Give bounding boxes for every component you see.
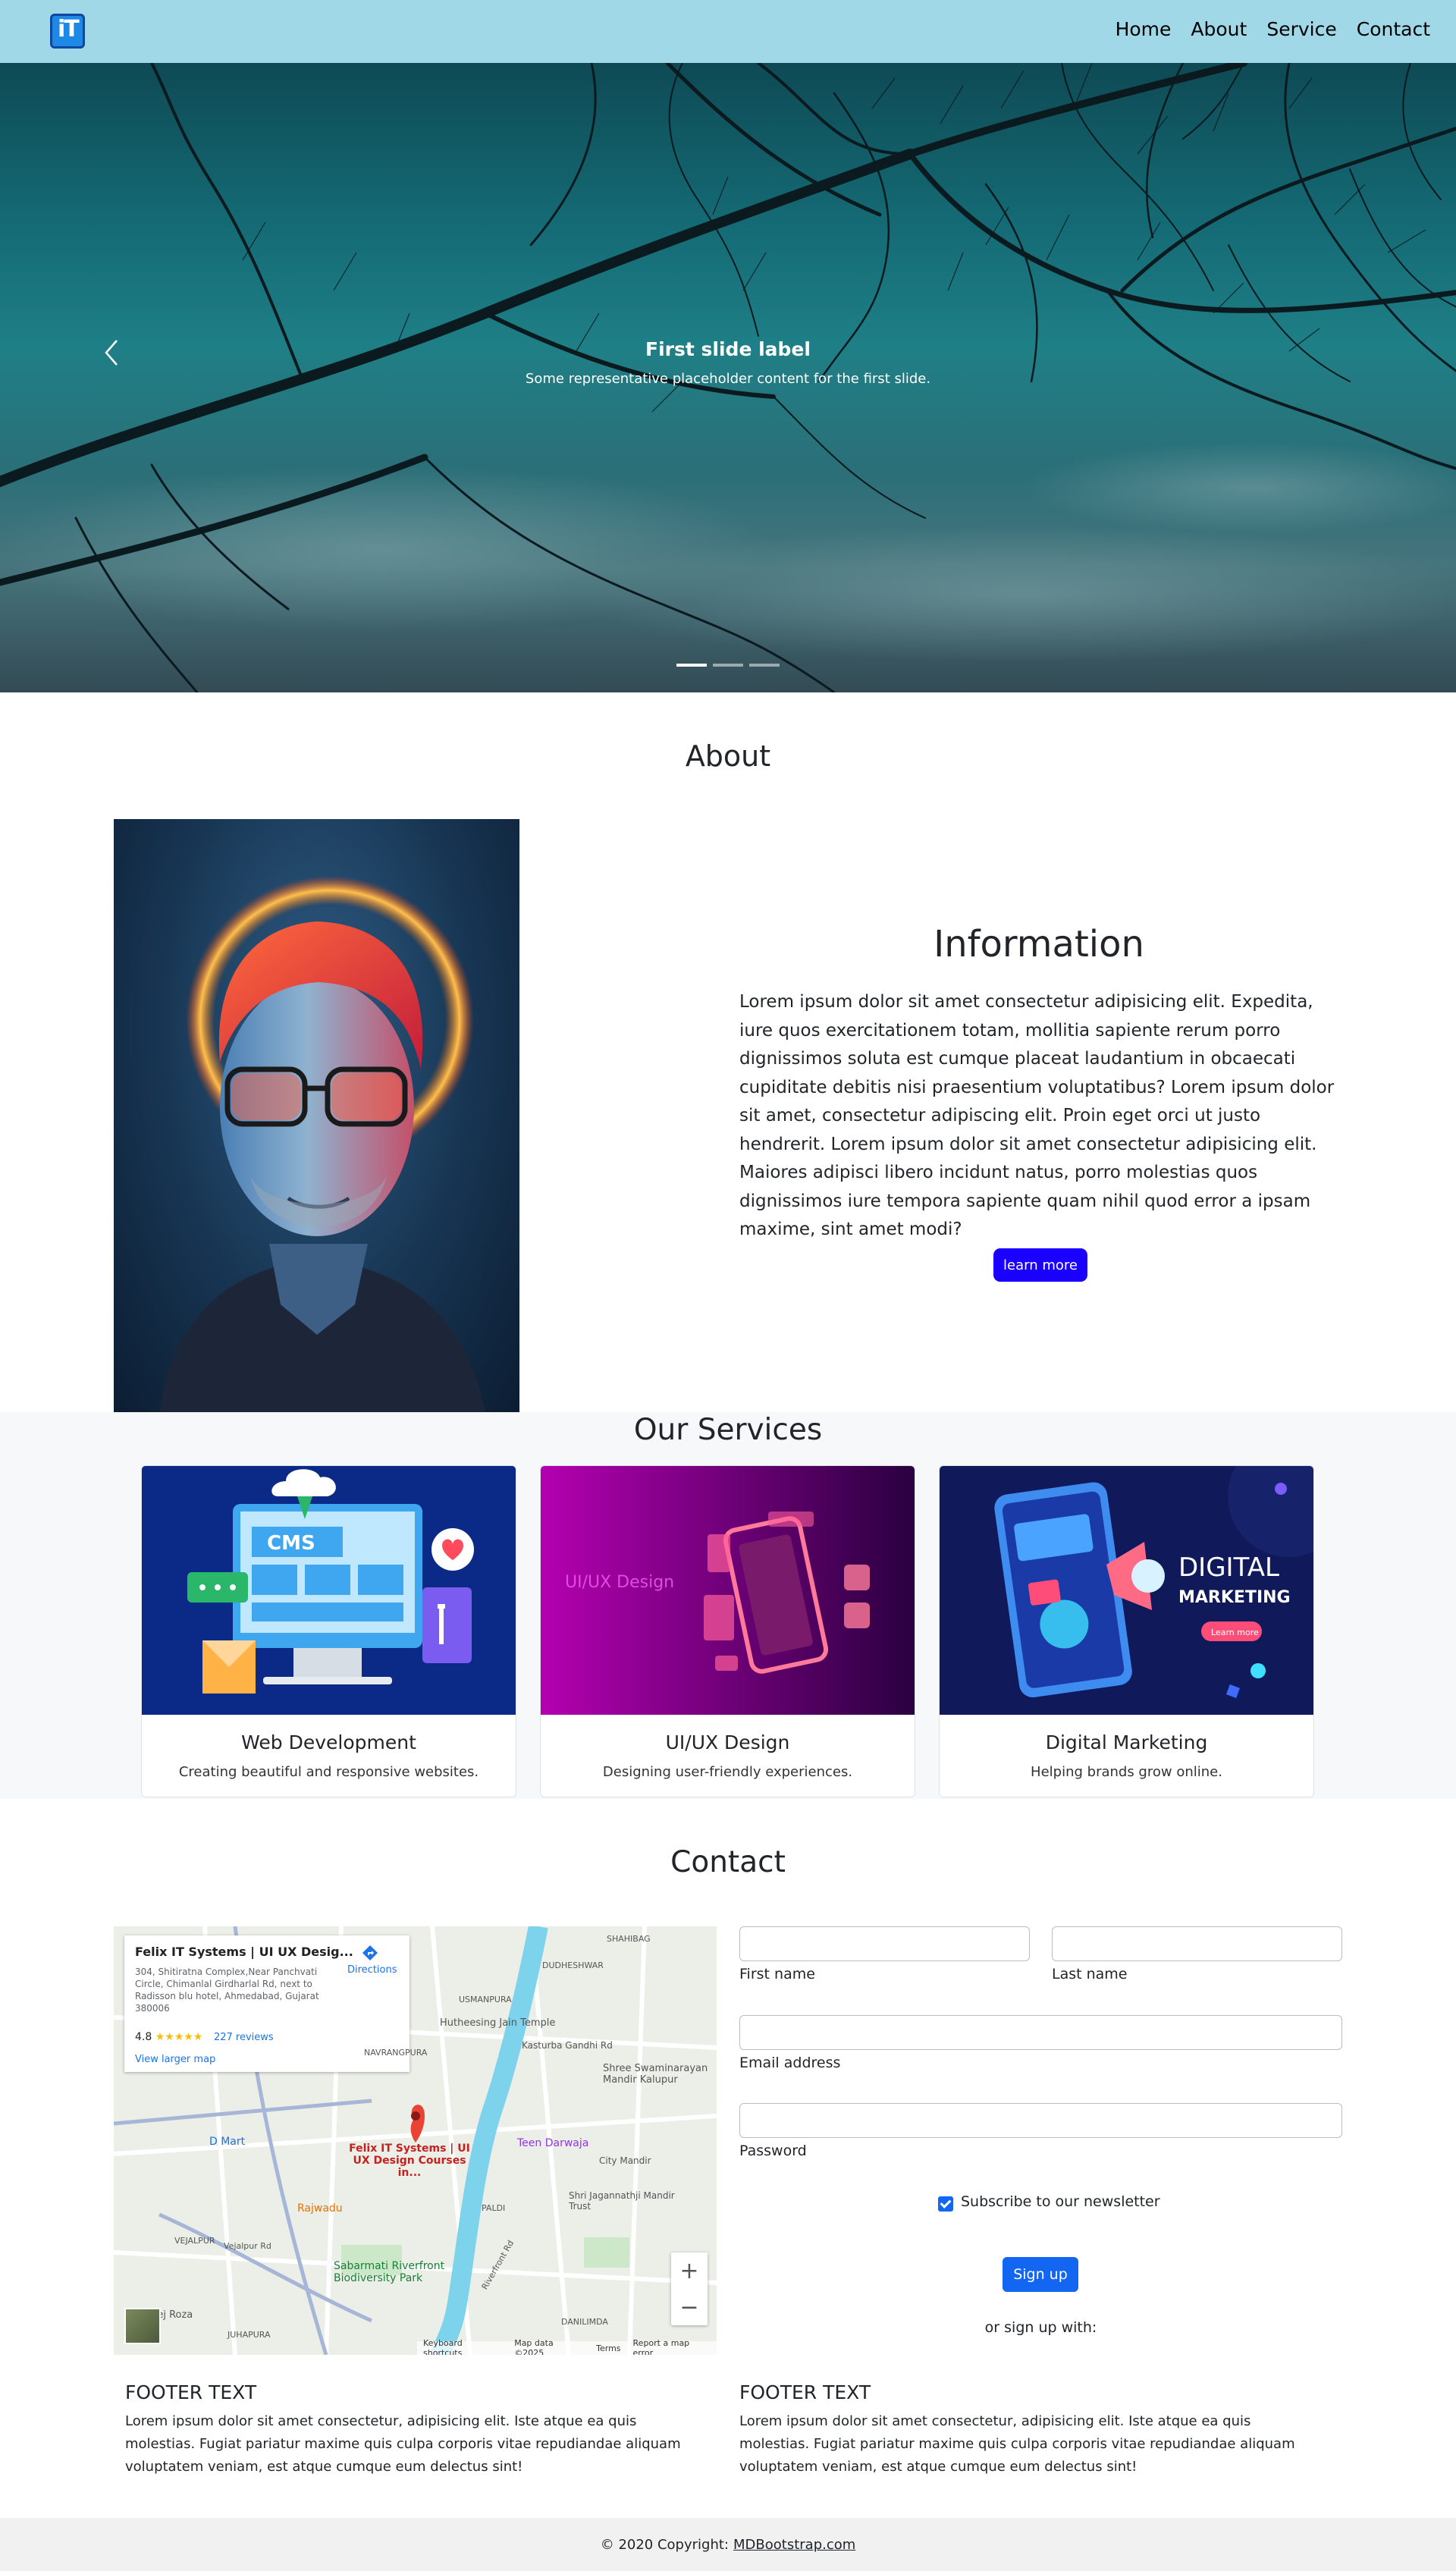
- footer-right-text: Lorem ipsum dolor sit amet consectetur, …: [739, 2413, 1295, 2475]
- map-label: USMANPURA: [459, 1995, 512, 2004]
- nav-link-contact[interactable]: Contact: [1357, 18, 1430, 40]
- alt-signup-text: or sign up with:: [984, 2319, 1097, 2336]
- map-zoom-out-button[interactable]: −: [671, 2289, 708, 2325]
- carousel-indicator[interactable]: [676, 664, 707, 667]
- view-larger-map-link[interactable]: View larger map: [135, 2054, 215, 2065]
- service-card-title: Digital Marketing: [1045, 1731, 1208, 1753]
- map-label: Vejalpur Rd: [224, 2241, 271, 2251]
- map-label: VEJALPUR: [174, 2236, 215, 2246]
- carousel-caption-title: First slide label: [645, 338, 811, 360]
- map-place-address: 304, Shitiratna Complex,Near Panchvati C…: [135, 1967, 319, 2014]
- nav-link-about[interactable]: About: [1191, 18, 1247, 40]
- service-card-description: Designing user-friendly experiences.: [602, 1764, 853, 1780]
- hero-carousel: First slide label Some representative pl…: [0, 63, 1456, 692]
- email-label: Email address: [739, 2055, 841, 2071]
- map-terms-link[interactable]: Terms: [596, 2343, 620, 2353]
- map-rating-value: 4.8: [135, 2031, 152, 2043]
- carousel-indicator[interactable]: [749, 664, 780, 667]
- map-pin-label: Felix IT Systems | UI UX Design Courses …: [349, 2142, 470, 2179]
- marketing-image-text: MARKETING: [1178, 1588, 1291, 1607]
- web-development-image: CMS: [142, 1466, 516, 1715]
- carousel-caption: First slide label Some representative pl…: [0, 338, 1456, 387]
- map-keyboard-shortcuts-link[interactable]: Keyboard shortcuts: [423, 2338, 502, 2355]
- map-label: D Mart: [209, 2136, 246, 2148]
- digital-marketing-image: DIGITAL MARKETING Learn more: [940, 1466, 1313, 1715]
- image-learn-more-text: Learn more: [1211, 1628, 1259, 1637]
- service-card-web-development[interactable]: CMS Web Development Creating beautiful a…: [141, 1465, 516, 1797]
- map-label: SHAHIBAG: [607, 1934, 651, 1944]
- about-portrait-image: [114, 819, 519, 1412]
- carousel-caption-text: Some representative placeholder content …: [525, 371, 931, 387]
- copyright-bar: © 2020 Copyright: MDBootstrap.com: [0, 2518, 1456, 2571]
- first-name-input[interactable]: [739, 1926, 1030, 1961]
- services-section-title: Our Services: [633, 1413, 823, 1447]
- map-label: NAVRANGPURA: [364, 2048, 428, 2058]
- cms-image-text: CMS: [267, 1532, 315, 1555]
- service-card-digital-marketing[interactable]: DIGITAL MARKETING Learn more Digital Mar…: [939, 1465, 1314, 1797]
- map-label: Kasturba Gandhi Rd: [522, 2040, 613, 2051]
- service-card-uiux-design[interactable]: UI/UX Design UI/UX Design Designing user…: [540, 1465, 915, 1797]
- nav-links: Home About Service Contact: [1116, 18, 1430, 40]
- carousel-indicator[interactable]: [713, 664, 743, 667]
- service-card-title: Web Development: [241, 1731, 416, 1753]
- footer-left-title: FOOTER TEXT: [125, 2381, 257, 2403]
- map-label: DUDHESHWAR: [542, 1960, 604, 1970]
- directions-icon: [362, 1945, 378, 1960]
- map-label: City Mandir: [599, 2155, 651, 2166]
- footer-right-title: FOOTER TEXT: [739, 2381, 871, 2403]
- newsletter-checkbox[interactable]: [938, 2196, 953, 2212]
- carousel-indicators: [0, 664, 1456, 667]
- uiux-design-image: UI/UX Design: [541, 1466, 915, 1715]
- navbar: iT Home About Service Contact: [0, 0, 1456, 63]
- map-label: Hutheesing Jain Temple: [440, 2017, 556, 2029]
- uiux-image-text: UI/UX Design: [565, 1573, 674, 1592]
- email-input[interactable]: [739, 2015, 1342, 2050]
- map-attribution-bar: Keyboard shortcuts Map data ©2025 Terms …: [417, 2338, 717, 2355]
- map-label: Rajwadu: [297, 2202, 343, 2215]
- nav-link-service[interactable]: Service: [1266, 18, 1336, 40]
- map-rating: 4.8 ★★★★★ 227 reviews: [135, 2031, 274, 2043]
- last-name-label: Last name: [1052, 1966, 1128, 1982]
- copyright-link[interactable]: MDBootstrap.com: [733, 2537, 855, 2553]
- map-rating-stars: ★★★★★: [155, 2031, 203, 2043]
- service-card-description: Creating beautiful and responsive websit…: [178, 1764, 479, 1780]
- newsletter-label: Subscribe to our newsletter: [961, 2193, 1160, 2210]
- password-label: Password: [739, 2142, 807, 2159]
- info-paragraph: Lorem ipsum dolor sit amet consectetur a…: [739, 992, 1335, 1239]
- map-reviews-link[interactable]: 227 reviews: [214, 2032, 274, 2043]
- contact-section-title: Contact: [670, 1845, 786, 1879]
- map-satellite-toggle[interactable]: [124, 2308, 161, 2344]
- map-report-error-link[interactable]: Report a map error: [633, 2338, 711, 2355]
- map-directions-link[interactable]: Directions: [347, 1945, 397, 1976]
- service-card-title: UI/UX Design: [665, 1731, 790, 1753]
- map-place-name: Felix IT Systems | UI UX Desig...: [135, 1945, 353, 1959]
- map-label: PALDI: [482, 2203, 506, 2213]
- learn-more-button[interactable]: learn more: [993, 1248, 1087, 1282]
- map-label: Sabarmati Riverfront Biodiversity Park: [334, 2260, 445, 2284]
- map-data-attribution: Map data ©2025: [514, 2338, 554, 2355]
- map-zoom-controls: + −: [671, 2252, 708, 2325]
- map-label: Shri Jagannathji Mandir Trust: [569, 2190, 675, 2212]
- map-label: Teen Darwaja: [517, 2137, 589, 2149]
- service-card-description: Helping brands grow online.: [1031, 1764, 1222, 1780]
- nav-link-home[interactable]: Home: [1116, 18, 1172, 40]
- digital-image-text: DIGITAL: [1178, 1552, 1279, 1583]
- map-label: Shree Swaminarayan Mandir Kalupur: [603, 2063, 708, 2086]
- google-map-embed[interactable]: Felix IT Systems | UI UX Desig... 304, S…: [114, 1926, 717, 2355]
- footer-left-text: Lorem ipsum dolor sit amet consectetur, …: [125, 2413, 681, 2475]
- password-input[interactable]: [739, 2103, 1342, 2138]
- first-name-label: First name: [739, 1966, 815, 1982]
- sign-up-button[interactable]: Sign up: [1003, 2257, 1078, 2292]
- map-label: DANILIMDA: [561, 2317, 608, 2327]
- about-section-title: About: [685, 739, 771, 773]
- directions-label: Directions: [347, 1964, 397, 1976]
- map-label: JUHAPURA: [228, 2330, 271, 2340]
- brand-logo[interactable]: iT: [50, 14, 85, 49]
- map-zoom-in-button[interactable]: +: [671, 2252, 708, 2289]
- last-name-input[interactable]: [1052, 1926, 1342, 1961]
- info-title: Information: [934, 923, 1144, 965]
- copyright-text: © 2020 Copyright:: [600, 2536, 729, 2553]
- logo-text: iT: [58, 16, 80, 42]
